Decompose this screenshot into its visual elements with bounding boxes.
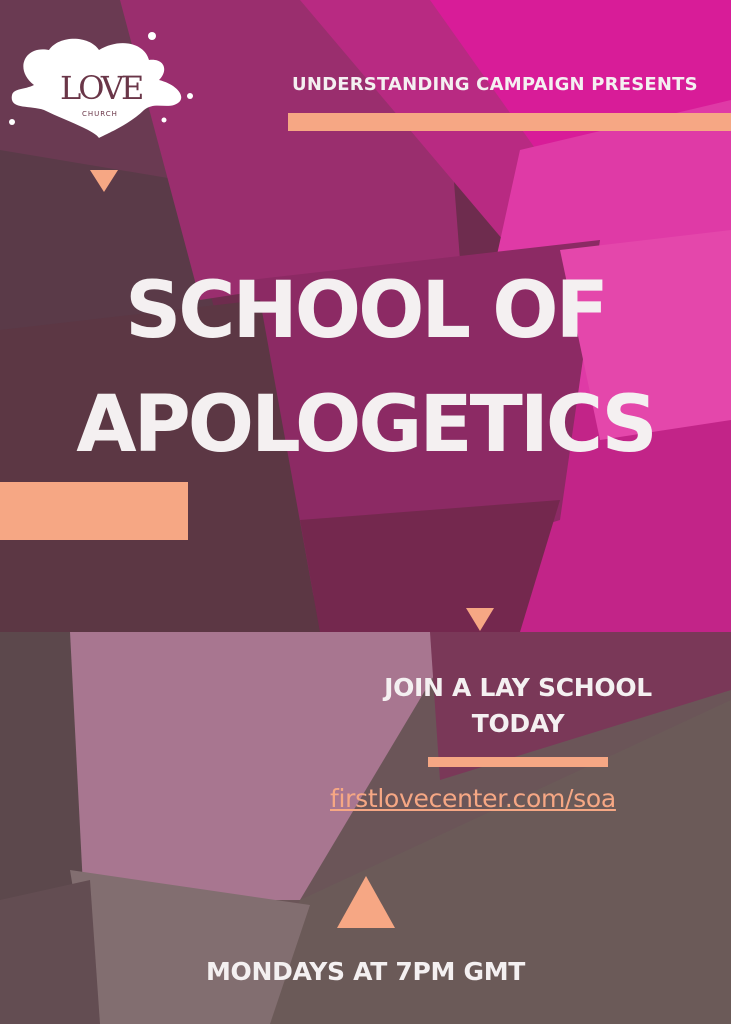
accent-bar-join bbox=[428, 757, 608, 767]
poster: First LOVE CHURCH UNDERSTANDING CAMPAIGN… bbox=[0, 0, 731, 1024]
title-line-2: APOLOGETICS bbox=[76, 380, 657, 470]
accent-bar-left bbox=[0, 482, 188, 540]
schedule-text: MONDAYS AT 7PM GMT bbox=[205, 957, 526, 986]
logo-first-text: First bbox=[55, 51, 100, 71]
join-lay-school-text: JOIN A LAY SCHOOL TODAY bbox=[384, 673, 652, 738]
campaign-presents-text: UNDERSTANDING CAMPAIGN PRESENTS bbox=[292, 74, 698, 95]
title-line-1: SCHOOL OF bbox=[125, 266, 609, 356]
website-link[interactable]: firstlovecenter.com/soa bbox=[330, 784, 616, 813]
accent-bar-top bbox=[288, 113, 731, 131]
logo-church-text: CHURCH bbox=[82, 110, 118, 118]
logo-love-text: LOVE bbox=[60, 69, 144, 107]
